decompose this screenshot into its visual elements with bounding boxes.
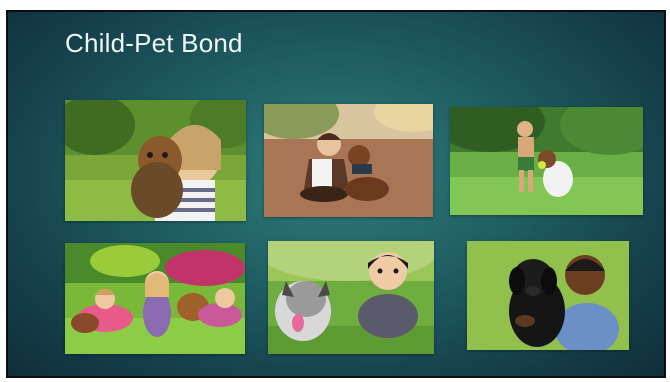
slide: Child-Pet Bond [6,10,666,378]
photo-child-with-dachshund[interactable] [264,104,433,217]
photo-child-with-schnauzer[interactable] [268,241,434,354]
slide-title: Child-Pet Bond [65,28,243,58]
child-with-dachshund-photo-icon [264,104,433,217]
slide-window: Child-Pet Bond [0,0,670,382]
girl-with-yorkshire-terrier-photo-icon [65,100,246,221]
boy-with-black-labrador-photo-icon [467,241,629,350]
photo-girl-with-yorkshire-terrier[interactable] [65,100,246,221]
child-with-schnauzer-photo-icon [268,241,434,354]
photo-boy-playing-with-dog[interactable] [450,107,643,215]
photo-girls-with-dogs-on-grass[interactable] [65,243,245,354]
photo-boy-with-black-labrador[interactable] [467,241,629,350]
boy-playing-with-dog-photo-icon [450,107,643,215]
girls-with-dogs-on-grass-photo-icon [65,243,245,354]
